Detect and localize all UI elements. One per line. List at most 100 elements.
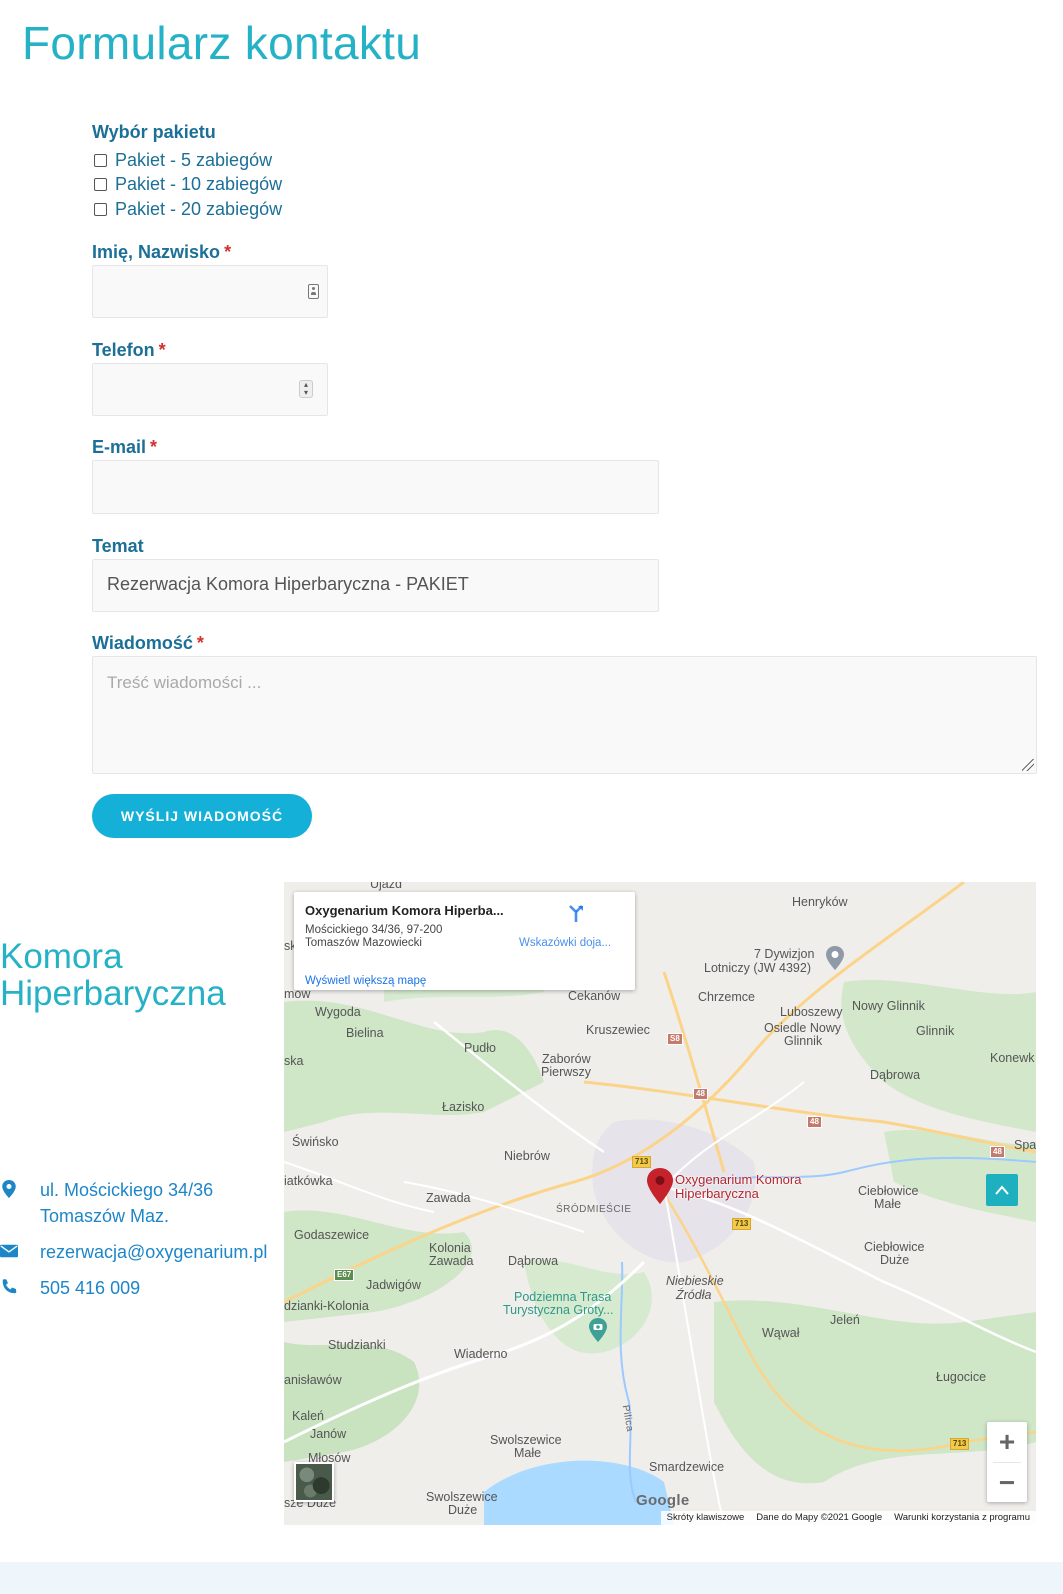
map-label: Łazisko	[442, 1100, 485, 1114]
map-label: Spa	[1014, 1138, 1036, 1152]
required-mark: *	[196, 633, 204, 653]
map-label: ska	[284, 1054, 304, 1068]
map-label: Jadwigów	[366, 1278, 421, 1292]
package-option-label: Pakiet - 20 zabiegów	[115, 199, 283, 219]
map-label: Wiaderno	[454, 1347, 508, 1361]
directions-icon[interactable]	[566, 904, 586, 924]
name-label: Imię, Nazwisko *	[92, 242, 232, 262]
address-row: ul. Mościckiego 34/36 Tomaszów Maz.	[0, 1177, 213, 1229]
map-label: Ługocice	[936, 1370, 987, 1384]
package-label: Wybór pakietu	[92, 122, 216, 142]
zoom-in-button[interactable]: +	[987, 1422, 1027, 1462]
map-label: Konewk	[990, 1051, 1035, 1065]
map-label: iatkówka	[284, 1174, 333, 1188]
place-title: Oxygenarium Komora Hiperba...	[305, 903, 504, 918]
package-option-label: Pakiet - 5 zabiegów	[115, 150, 273, 170]
resize-grip-icon[interactable]	[1022, 759, 1034, 771]
google-map[interactable]: Ujazd Henryków 7 Dywizjon Lotniczy (JW 4…	[284, 882, 1036, 1525]
map-marker-icon	[2, 1180, 16, 1198]
map-label: Jeleń	[830, 1313, 860, 1327]
map-label: Kaleń	[292, 1409, 324, 1423]
map-label: dzianki-Kolonia	[284, 1299, 369, 1313]
attraction-poi-icon[interactable]	[588, 1318, 608, 1342]
map-label: Pudło	[464, 1041, 496, 1055]
road-shield: S8	[667, 1033, 683, 1045]
map-info-window: Oxygenarium Komora Hiperba... Mościckieg…	[294, 892, 635, 990]
road-shield: 713	[732, 1218, 752, 1230]
submit-button[interactable]: WYŚLIJ WIADOMOŚĆ	[92, 794, 312, 838]
map-label: ŚRÓDMIEŚCIE	[556, 1204, 632, 1215]
map-label: Dąbrowa	[870, 1068, 921, 1082]
map-label: Godaszewice	[294, 1228, 370, 1242]
google-logo: Google	[636, 1492, 690, 1509]
message-placeholder: Treść wiadomości ...	[107, 673, 262, 692]
road-shield: 48	[990, 1146, 1005, 1158]
package-option-5[interactable]: Pakiet - 5 zabiegów	[94, 150, 272, 171]
pin-label: Oxygenarium Komora Hiperbaryczna	[675, 1172, 802, 1201]
page-title: Formularz kontaktu	[22, 17, 422, 69]
zoom-control: + −	[987, 1422, 1027, 1502]
zoom-out-button[interactable]: −	[987, 1463, 1027, 1503]
location-pin-icon[interactable]	[646, 1168, 674, 1204]
satellite-layer-toggle[interactable]	[294, 1462, 334, 1502]
terms-link[interactable]: Warunki korzystania z programu	[894, 1511, 1030, 1525]
map-label: Smardzewice	[649, 1460, 725, 1474]
phone-input[interactable]: ▴ ▾	[92, 363, 328, 416]
larger-map-link[interactable]: Wyświetl większą mapę	[305, 975, 426, 987]
road-shield: 713	[632, 1156, 652, 1168]
package-option-label: Pakiet - 10 zabiegów	[115, 174, 283, 194]
required-mark: *	[224, 242, 232, 262]
email-link[interactable]: rezerwacja@oxygenarium.pl	[40, 1239, 267, 1265]
map-label: Niebieskie	[666, 1274, 724, 1288]
map-label: Wygoda	[315, 1005, 361, 1019]
map-label: Glinnik	[784, 1034, 823, 1048]
package-option-10[interactable]: Pakiet - 10 zabiegów	[94, 174, 282, 195]
map-label: Małe	[874, 1197, 902, 1211]
map-footer: Skróty klawiszowe Dane do Mapy ©2021 Goo…	[660, 1511, 1036, 1525]
number-spinner-icon[interactable]: ▴ ▾	[299, 380, 313, 398]
map-label: Janów	[310, 1427, 347, 1441]
map-label: Kruszewiec	[586, 1023, 650, 1037]
contact-title: Komora Hiperbaryczna	[0, 937, 226, 1013]
map-label: 7 Dywizjon	[754, 947, 815, 961]
package-checkbox-10[interactable]	[94, 178, 107, 191]
subject-input[interactable]: Rezerwacja Komora Hiperbaryczna - PAKIET	[92, 559, 659, 612]
package-checkbox-20[interactable]	[94, 203, 107, 216]
name-input[interactable]	[92, 265, 328, 318]
email-input[interactable]	[92, 460, 659, 514]
package-checkbox-5[interactable]	[94, 154, 107, 167]
map-label: Niebrów	[504, 1149, 550, 1163]
required-mark: *	[150, 437, 158, 457]
keyboard-shortcuts-link[interactable]: Skróty klawiszowe	[667, 1511, 745, 1525]
email-row[interactable]: rezerwacja@oxygenarium.pl	[0, 1239, 267, 1265]
directions-link[interactable]: Wskazówki doja...	[519, 937, 611, 949]
map-label: Dąbrowa	[508, 1254, 559, 1268]
phone-link[interactable]: 505 416 009	[40, 1275, 140, 1301]
phone-icon	[2, 1279, 17, 1294]
map-label: Cekanów	[568, 989, 621, 1003]
map-label: Luboszewy	[780, 1005, 843, 1019]
map-label: Zawada	[429, 1254, 474, 1268]
map-label: Bielina	[346, 1026, 384, 1040]
map-label: Nowy Glinnik	[852, 999, 925, 1013]
map-label: Henryków	[792, 895, 848, 909]
subject-value: Rezerwacja Komora Hiperbaryczna - PAKIET	[107, 574, 469, 594]
airport-poi-icon[interactable]	[825, 946, 845, 970]
map-label: Duże	[448, 1503, 478, 1517]
map-label: Ujazd	[370, 882, 402, 891]
package-option-20[interactable]: Pakiet - 20 zabiegów	[94, 199, 282, 220]
map-label: Świńsko	[292, 1135, 339, 1149]
road-shield: E67	[334, 1269, 355, 1281]
footer-strip	[0, 1562, 1063, 1594]
place-address: Mościckiego 34/36, 97-200 Tomaszów Mazow…	[305, 924, 443, 949]
road-shield: 48	[807, 1116, 822, 1128]
message-textarea[interactable]: Treść wiadomości ...	[92, 656, 1037, 774]
email-label: E-mail *	[92, 437, 158, 457]
address-text: ul. Mościckiego 34/36 Tomaszów Maz.	[40, 1180, 214, 1226]
subject-label: Temat	[92, 536, 144, 556]
phone-label: Telefon *	[92, 340, 166, 360]
scroll-to-top-button[interactable]	[986, 1174, 1018, 1206]
road-shield: 713	[950, 1438, 970, 1450]
contact-card-icon[interactable]	[308, 284, 319, 299]
phone-row[interactable]: 505 416 009	[0, 1275, 140, 1301]
